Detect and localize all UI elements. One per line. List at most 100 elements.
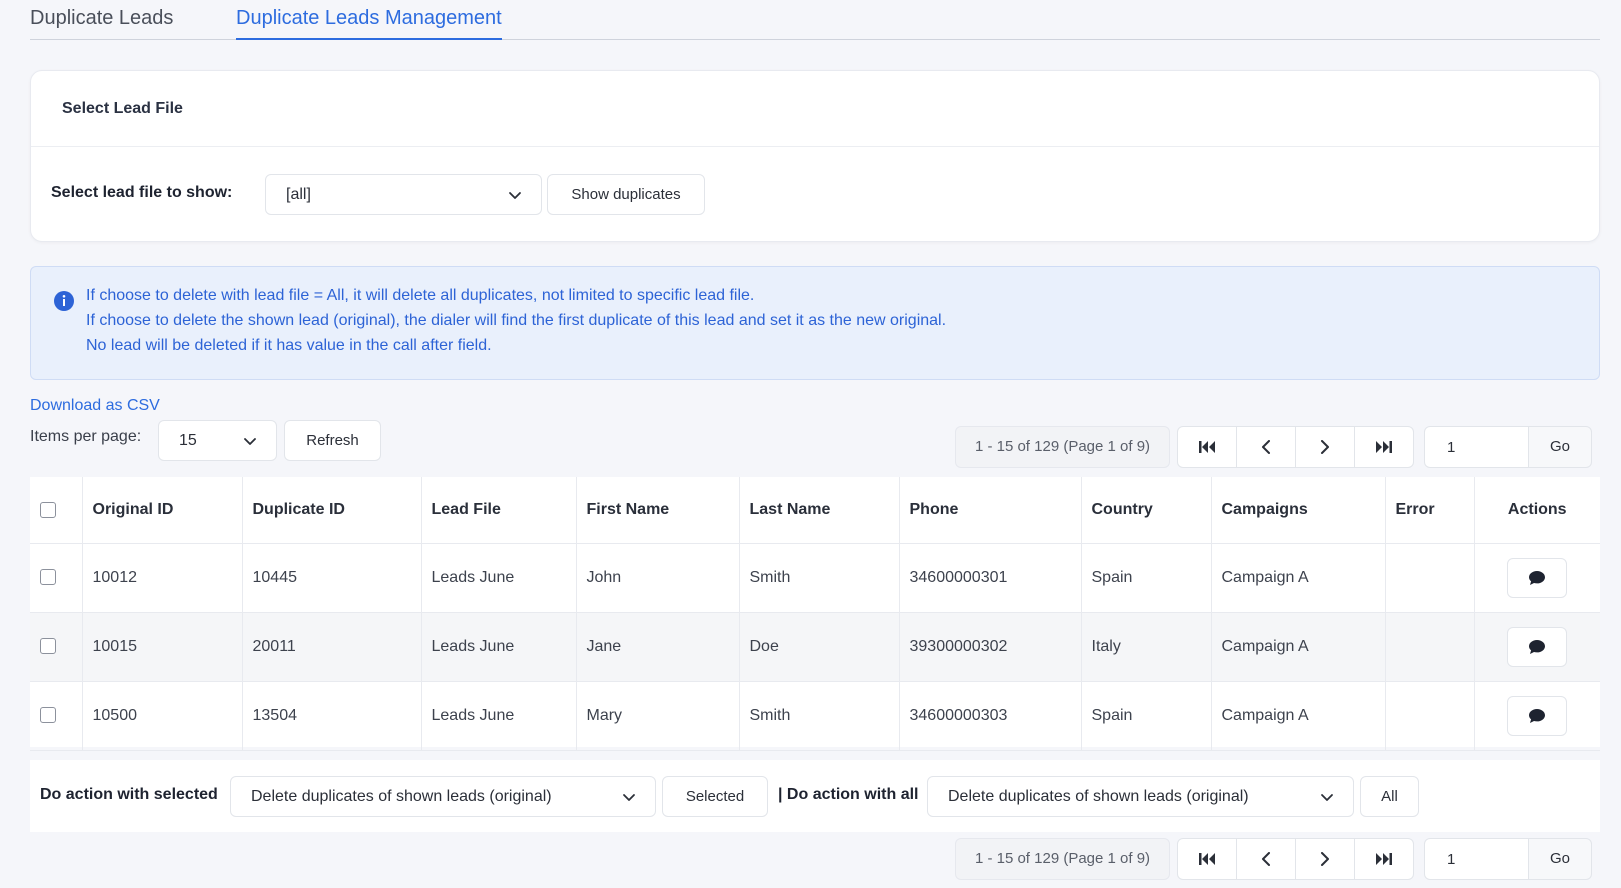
- cell-country: Spain: [1081, 543, 1212, 613]
- row-checkbox[interactable]: [40, 707, 56, 724]
- pager-info-top: 1 - 15 of 129 (Page 1 of 9): [955, 426, 1170, 468]
- col-duplicate-id[interactable]: Duplicate ID: [242, 477, 422, 544]
- lead-file-select[interactable]: [all]: [265, 174, 542, 215]
- cell-original-id: 10500: [82, 681, 243, 751]
- download-csv-link[interactable]: Download as CSV: [30, 397, 160, 415]
- pager-info-bottom: 1 - 15 of 129 (Page 1 of 9): [955, 838, 1170, 880]
- next-page-button[interactable]: [1295, 838, 1355, 880]
- go-button[interactable]: Go: [1528, 838, 1592, 880]
- cell-last-name: Doe: [739, 612, 900, 682]
- last-page-button[interactable]: [1354, 838, 1414, 880]
- cell-lead-file: Leads June: [421, 543, 577, 613]
- alert-line-3: No lead will be deleted if it has value …: [86, 337, 492, 354]
- action-selected-select[interactable]: Delete duplicates of shown leads (origin…: [230, 776, 656, 817]
- cell-country: Italy: [1081, 612, 1212, 682]
- chevron-down-icon: [244, 437, 256, 445]
- col-error[interactable]: Error: [1385, 477, 1475, 544]
- chevron-down-icon: [1321, 793, 1333, 801]
- chevron-left-icon: [1262, 440, 1270, 454]
- duplicates-table: Original ID Duplicate ID Lead File First…: [30, 477, 1600, 751]
- comment-button[interactable]: [1507, 557, 1568, 598]
- cell-campaigns: Campaign A: [1211, 681, 1386, 751]
- prev-page-button[interactable]: [1236, 426, 1296, 468]
- first-page-button[interactable]: [1177, 426, 1237, 468]
- cell-actions: [1474, 543, 1600, 613]
- col-actions: Actions: [1474, 477, 1600, 544]
- action-selected-value: Delete duplicates of shown leads (origin…: [251, 787, 552, 805]
- cell-first-name: John: [576, 543, 740, 613]
- comment-icon: [1529, 639, 1546, 654]
- show-duplicates-button[interactable]: Show duplicates: [547, 174, 705, 215]
- row-checkbox[interactable]: [40, 569, 56, 586]
- col-last-name[interactable]: Last Name: [739, 477, 900, 544]
- row-select-cell: [30, 681, 83, 751]
- cell-first-name: Mary: [576, 681, 740, 751]
- col-phone[interactable]: Phone: [899, 477, 1082, 544]
- tab-duplicate-leads-management[interactable]: Duplicate Leads Management: [236, 4, 502, 40]
- col-country[interactable]: Country: [1081, 477, 1212, 544]
- tab-duplicate-leads[interactable]: Duplicate Leads: [30, 4, 173, 40]
- cell-lead-file: Leads June: [421, 612, 577, 682]
- cell-first-name: Jane: [576, 612, 740, 682]
- cell-duplicate-id: 13504: [242, 681, 422, 751]
- chevron-down-icon: [623, 793, 635, 801]
- action-all-select[interactable]: Delete duplicates of shown leads (origin…: [927, 776, 1354, 817]
- col-first-name[interactable]: First Name: [576, 477, 740, 544]
- cell-original-id: 10012: [82, 543, 243, 613]
- cell-last-name: Smith: [739, 543, 900, 613]
- lead-file-label: Select lead file to show:: [51, 184, 233, 201]
- first-page-button[interactable]: [1177, 838, 1237, 880]
- items-per-page-label: Items per page:: [30, 428, 142, 445]
- cell-last-name: Smith: [739, 681, 900, 751]
- cell-phone: 39300000302: [899, 612, 1082, 682]
- col-campaigns[interactable]: Campaigns: [1211, 477, 1386, 544]
- page-number-input[interactable]: [1424, 838, 1529, 880]
- table-row: 10500 13504 Leads June Mary Smith 346000…: [30, 681, 1600, 751]
- bulk-action-bar: Do action with selected Delete duplicate…: [30, 760, 1600, 832]
- alert-line-2: If choose to delete the shown lead (orig…: [86, 312, 947, 329]
- refresh-button[interactable]: Refresh: [284, 420, 381, 461]
- items-per-page-value: 15: [179, 431, 197, 449]
- cell-country: Spain: [1081, 681, 1212, 751]
- items-per-page-select[interactable]: 15: [158, 420, 277, 461]
- comment-button[interactable]: [1507, 695, 1568, 736]
- select-lead-file-card: Select Lead File Select lead file to sho…: [30, 70, 1600, 242]
- cell-phone: 34600000303: [899, 681, 1082, 751]
- select-all-checkbox[interactable]: [40, 501, 56, 518]
- all-button[interactable]: All: [1360, 776, 1419, 817]
- cell-actions: [1474, 612, 1600, 682]
- cell-campaigns: Campaign A: [1211, 612, 1386, 682]
- lead-file-row: Select lead file to show: [all] Show dup…: [51, 174, 1599, 216]
- go-button[interactable]: Go: [1528, 426, 1592, 468]
- action-all-label: | Do action with all: [778, 786, 919, 803]
- cell-duplicate-id: 20011: [242, 612, 422, 682]
- cell-actions: [1474, 681, 1600, 751]
- cell-error: [1385, 612, 1475, 682]
- lead-file-select-value: [all]: [286, 185, 311, 203]
- first-page-icon: [1199, 441, 1215, 453]
- info-icon: [54, 291, 74, 311]
- info-alert: If choose to delete with lead file = All…: [30, 266, 1600, 380]
- cell-original-id: 10015: [82, 612, 243, 682]
- last-page-button[interactable]: [1354, 426, 1414, 468]
- row-select-cell: [30, 543, 83, 613]
- selected-button[interactable]: Selected: [662, 776, 768, 817]
- row-select-cell: [30, 612, 83, 682]
- cell-error: [1385, 543, 1475, 613]
- col-original-id[interactable]: Original ID: [82, 477, 243, 544]
- col-lead-file[interactable]: Lead File: [421, 477, 577, 544]
- card-title: Select Lead File: [31, 71, 1599, 147]
- cell-campaigns: Campaign A: [1211, 543, 1386, 613]
- select-all-cell: [30, 477, 83, 544]
- action-selected-label: Do action with selected: [40, 786, 218, 803]
- next-page-button[interactable]: [1295, 426, 1355, 468]
- page-number-input[interactable]: [1424, 426, 1529, 468]
- last-page-icon: [1376, 853, 1392, 865]
- row-checkbox[interactable]: [40, 638, 56, 655]
- chevron-right-icon: [1321, 852, 1329, 866]
- tab-bar: Duplicate Leads Duplicate Leads Manageme…: [30, 0, 1600, 40]
- alert-line-1: If choose to delete with lead file = All…: [86, 287, 755, 304]
- cell-error: [1385, 681, 1475, 751]
- comment-button[interactable]: [1507, 626, 1568, 667]
- prev-page-button[interactable]: [1236, 838, 1296, 880]
